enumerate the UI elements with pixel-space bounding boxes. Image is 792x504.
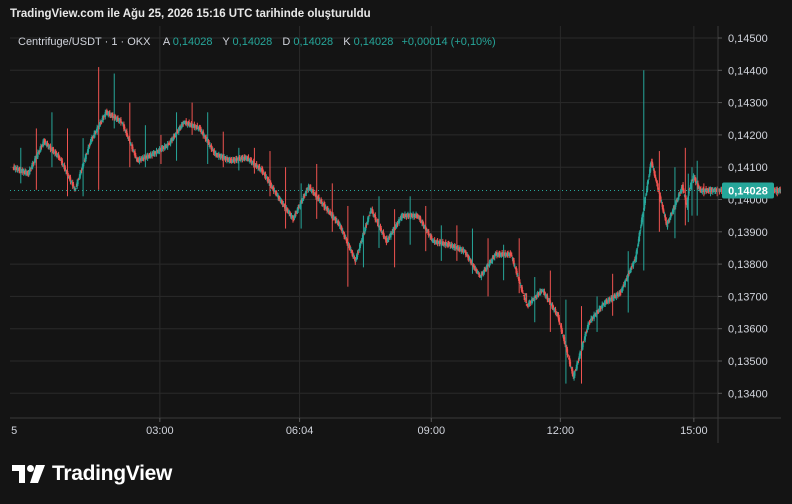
candle-body — [654, 176, 657, 179]
legend-high-value: 0,14028 — [233, 36, 273, 48]
candle-body — [129, 143, 132, 145]
candle-body — [688, 191, 690, 194]
candle-body — [644, 197, 647, 203]
legend-open-value: 0,14028 — [173, 36, 213, 48]
candlestick-chart[interactable]: 0,14500 0,14400 0,14300 0,14200 0,14100 0,140… — [10, 26, 781, 443]
candle-body — [780, 190, 781, 192]
candle-body — [647, 179, 649, 184]
time-tick-label: 12:00 — [547, 425, 575, 437]
tradingview-logo-text: TradingView — [52, 462, 173, 485]
current-price-label: 0,14028 — [728, 185, 768, 197]
candle-body — [368, 214, 371, 216]
price-tick-label: 0,14300 — [728, 98, 768, 110]
price-tick-label: 0,13600 — [728, 324, 768, 336]
candle-body — [367, 216, 370, 220]
price-tick-label: 0,14100 — [728, 162, 768, 174]
candle-body — [561, 329, 563, 334]
chart-caption: TradingView.com ile Ağu 25, 2026 15:16 U… — [10, 8, 371, 20]
candle-body — [582, 342, 584, 348]
legend-high-label: Y — [222, 36, 230, 48]
candle-body — [559, 323, 561, 325]
price-tick-label: 0,13700 — [728, 291, 768, 303]
time-tick-label: 03:00 — [146, 425, 174, 437]
candle-body — [375, 218, 377, 220]
time-tick-label: 06:04 — [286, 425, 314, 437]
candle-body — [640, 226, 642, 229]
candle-body — [134, 155, 137, 158]
candle-body — [357, 251, 359, 253]
candle-body — [691, 182, 693, 184]
candle-body — [83, 162, 85, 164]
price-tick-label: 0,13500 — [728, 356, 768, 368]
candle-body — [513, 265, 516, 267]
candle-body — [636, 248, 638, 254]
candle-body — [74, 188, 77, 190]
legend[interactable]: Centrifuge/USDT · 1 · OKX A 0,14028 Y 0,… — [18, 36, 496, 48]
candle-body — [687, 195, 690, 201]
tradingview-logo[interactable]: TradingView — [12, 461, 172, 487]
candle-body — [32, 162, 35, 165]
candle-body — [67, 174, 70, 176]
legend-close-label: K — [343, 36, 351, 48]
candle-body — [511, 255, 513, 257]
candle-body — [569, 361, 572, 367]
legend-symbol: Centrifuge/USDT · 1 · OKX — [18, 36, 151, 48]
time-tick-label: 09:00 — [418, 425, 446, 437]
svg-text:Centrifuge/USDT · 1 · OKX: Centrifuge/USDT · 1 · OKX A 0,14028 Y 0,… — [18, 36, 496, 48]
legend-low-value: 0,14028 — [293, 36, 333, 48]
price-tick-label: 0,14400 — [728, 65, 768, 77]
price-tick-label: 0,14500 — [728, 33, 768, 45]
candle-body — [567, 355, 569, 357]
legend-close-value: 0,14028 — [354, 36, 394, 48]
candle-body — [516, 275, 519, 277]
candle-body — [365, 224, 368, 226]
candle-body — [683, 189, 685, 193]
candle-body — [639, 230, 641, 235]
chart-frame[interactable]: 0,14500 0,14400 0,14300 0,14200 0,14100 0,140… — [10, 26, 781, 443]
price-tick-label: 0,13900 — [728, 227, 768, 239]
candle-body — [558, 317, 560, 323]
candle-body — [126, 135, 129, 137]
time-tick-label: 5 — [11, 425, 17, 437]
tradingview-logo-icon — [12, 465, 45, 483]
legend-change: +0,00014 (+0,10%) — [401, 36, 495, 48]
legend-open-label: A — [163, 36, 171, 48]
time-tick-label: 15:00 — [680, 425, 708, 437]
price-tick-label: 0,13400 — [728, 388, 768, 400]
price-tick-label: 0,13800 — [728, 259, 768, 271]
candle-body — [574, 370, 576, 376]
candle-body — [359, 243, 362, 247]
legend-low-label: D — [282, 36, 290, 48]
candle-body — [383, 235, 385, 237]
price-tick-label: 0,14200 — [728, 130, 768, 142]
candle-body — [86, 153, 88, 155]
candle-body — [582, 341, 585, 343]
chart-background — [10, 26, 781, 443]
